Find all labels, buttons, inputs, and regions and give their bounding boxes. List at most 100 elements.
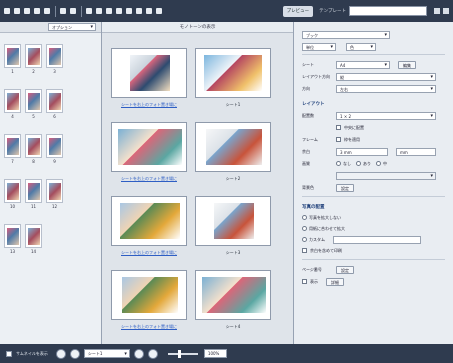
select-icon[interactable] <box>96 8 102 14</box>
page-icon[interactable] <box>156 8 162 14</box>
grid-dropdown[interactable]: 1 × 2 <box>336 111 436 120</box>
top-selects-row: 単位 色 <box>302 42 445 51</box>
direction-dropdown[interactable]: 左右 <box>336 84 436 93</box>
save-as-icon[interactable] <box>34 8 40 14</box>
display-row: 表示 詳細 <box>302 277 445 286</box>
last-page-icon[interactable] <box>147 348 158 359</box>
first-page-icon[interactable] <box>55 348 66 359</box>
print-margin-label: 余白を含めて印刷 <box>310 247 342 253</box>
spread-photo <box>206 129 262 165</box>
unit-dropdown[interactable]: 単位 <box>302 42 336 51</box>
option-dropdown[interactable]: オプション <box>48 23 96 31</box>
thumbnail-image <box>7 183 19 200</box>
spread-caption-link[interactable]: シートを右上のフォト置き場に <box>111 250 187 255</box>
quality-row: 画質 なし あり 中 <box>302 159 445 168</box>
zoom-value[interactable]: 100% <box>203 349 227 358</box>
template-input[interactable] <box>349 6 427 16</box>
sheet-dropdown[interactable]: A4 <box>336 60 390 69</box>
save-icon[interactable] <box>24 8 30 14</box>
thumbnail-image <box>49 138 61 155</box>
thumbnail-label: 1 <box>11 69 14 74</box>
preview-button[interactable]: プレビュー <box>282 5 314 17</box>
fit-option-row-1: 写真を拡大しない <box>302 213 445 222</box>
background-color-button[interactable]: 設定 <box>336 183 354 192</box>
template-label: テンプレート <box>319 9 346 14</box>
left-thumbnail-panel: オプション 1 2 3 4 5 6 7 8 9 10 11 12 13 14 <box>0 22 102 344</box>
thumbnail-toggle-checkbox[interactable] <box>6 350 12 357</box>
page-number-button[interactable]: 設定 <box>336 265 354 274</box>
next-page-icon[interactable] <box>133 348 144 359</box>
hand-icon[interactable] <box>106 8 112 14</box>
zoom-in-icon[interactable] <box>116 8 122 14</box>
fit-radio-3[interactable] <box>302 237 307 242</box>
thumbnail-2[interactable] <box>25 44 42 68</box>
thumbnail-5[interactable] <box>25 89 42 113</box>
redo-icon[interactable] <box>70 8 76 14</box>
spread-1-left-page[interactable] <box>111 48 187 98</box>
thumbnail-7[interactable] <box>4 134 21 158</box>
spread-1-right-page[interactable] <box>195 48 271 98</box>
margin-label: 余白 <box>302 148 310 154</box>
center-checkbox-label: 中央に配置 <box>344 124 364 130</box>
margin-input[interactable]: 3 mm <box>336 147 388 156</box>
zoom-out-icon[interactable] <box>126 8 132 14</box>
thumbnail-11[interactable] <box>25 179 42 203</box>
book-type-dropdown[interactable]: ブック <box>302 30 390 39</box>
thumbnail-6[interactable] <box>46 89 63 113</box>
thumbnail-13[interactable] <box>4 224 21 248</box>
thumbnail-14[interactable] <box>25 224 42 248</box>
print-icon[interactable] <box>44 8 50 14</box>
display-checkbox[interactable] <box>302 279 307 284</box>
fit-radio-2[interactable] <box>302 226 307 231</box>
center-checkbox[interactable] <box>336 125 341 130</box>
fit-section-title-row: 写真の配置 <box>302 202 445 211</box>
color-dropdown[interactable]: 色 <box>346 42 376 51</box>
grid-icon[interactable] <box>86 8 92 14</box>
spread-2-left-page[interactable] <box>111 122 187 172</box>
thumbnail-3[interactable] <box>46 44 63 68</box>
print-margin-checkbox[interactable] <box>302 248 307 253</box>
thumbnail-12[interactable] <box>46 179 63 203</box>
thumbnail-label: 5 <box>32 114 35 119</box>
new-icon[interactable] <box>4 8 10 14</box>
toolbar-separator <box>81 5 82 17</box>
frame-checkbox-label: 枠を適用 <box>344 136 360 142</box>
settings-icon[interactable] <box>443 8 449 14</box>
detail-button[interactable]: 詳細 <box>326 277 344 286</box>
page-dropdown[interactable]: シート1 <box>83 349 130 358</box>
fit-section-title: 写真の配置 <box>302 204 325 210</box>
spread-caption-link[interactable]: シートを右上のフォト置き場に <box>111 102 187 107</box>
delete-icon[interactable] <box>146 8 152 14</box>
frame-checkbox[interactable] <box>336 137 341 142</box>
print-margin-row: 余白を含めて印刷 <box>302 246 445 255</box>
spread-2-right-page[interactable] <box>195 122 271 172</box>
thumbnail-9[interactable] <box>46 134 63 158</box>
quality-radio-1[interactable] <box>336 161 341 166</box>
undo-icon[interactable] <box>60 8 66 14</box>
custom-fit-input[interactable] <box>333 235 421 244</box>
previous-page-icon[interactable] <box>69 348 80 359</box>
spread-3-right-page[interactable] <box>195 196 271 246</box>
thumbnail-4[interactable] <box>4 89 21 113</box>
margin-unit-input[interactable]: mm <box>396 147 436 156</box>
spread-caption-link[interactable]: シートを右上のフォト置き場に <box>111 176 187 181</box>
spread-3-left-page[interactable] <box>111 196 187 246</box>
thumbnail-label: 2 <box>32 69 35 74</box>
sheet-edit-button[interactable]: 編集 <box>398 60 416 69</box>
quality-radio-3[interactable] <box>376 161 381 166</box>
thumbnail-image <box>7 93 19 110</box>
page-number-label: ページ番号 <box>302 266 322 272</box>
fit-icon[interactable] <box>136 8 142 14</box>
spread-caption-link[interactable]: シートを右上のフォト置き場に <box>111 324 187 329</box>
spread-4-left-page[interactable] <box>111 270 187 320</box>
zoom-slider[interactable] <box>167 349 198 358</box>
quality-radio-2[interactable] <box>356 161 361 166</box>
menu-icon[interactable] <box>434 8 440 14</box>
thumbnail-8[interactable] <box>25 134 42 158</box>
thumbnail-10[interactable] <box>4 179 21 203</box>
fit-radio-1[interactable] <box>302 215 307 220</box>
open-icon[interactable] <box>14 8 20 14</box>
thumbnail-1[interactable] <box>4 44 21 68</box>
spread-4-right-page[interactable] <box>195 270 271 320</box>
layout-dropdown[interactable]: 縦 <box>336 72 436 81</box>
